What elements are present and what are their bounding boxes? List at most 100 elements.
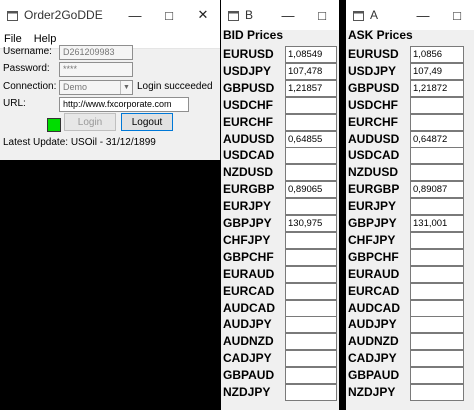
password-field[interactable]: **** (59, 62, 133, 77)
bid-row: USDCHF (221, 96, 339, 114)
ask-price-field[interactable] (410, 248, 464, 266)
ask-price-field[interactable]: 0,89087 (410, 181, 464, 199)
ask-symbol: CHFJPY (348, 232, 396, 247)
bid-price-field[interactable] (285, 231, 337, 249)
ask-price-field[interactable] (410, 265, 464, 283)
bid-price-field[interactable]: 1,08549 (285, 46, 337, 63)
ask-price-field[interactable] (410, 384, 464, 401)
maximize-icon[interactable]: □ (152, 0, 186, 30)
ask-price-field[interactable] (410, 350, 464, 368)
menu-file[interactable]: File (4, 33, 22, 45)
bid-row: EURCAD (221, 282, 339, 300)
title-bar[interactable]: Order2GoDDE — □ ✕ (0, 0, 220, 30)
bid-price-field[interactable]: 130,975 (285, 215, 337, 232)
bid-price-field[interactable] (285, 198, 337, 216)
login-button[interactable]: Login (64, 113, 116, 131)
bid-price-field[interactable] (285, 350, 337, 368)
menu-help[interactable]: Help (34, 33, 57, 45)
bid-price-field[interactable] (285, 113, 337, 131)
bid-price-field[interactable] (285, 164, 337, 182)
bid-row: AUDUSD 0,64855 (221, 130, 339, 148)
ask-price-field[interactable]: 131,001 (410, 215, 464, 232)
bid-symbol: USDCAD (223, 148, 275, 163)
ask-price-field[interactable] (410, 282, 464, 300)
ask-row: USDJPY 107,49 (346, 62, 474, 80)
ask-price-field[interactable] (410, 333, 464, 351)
ask-price-field[interactable] (410, 164, 464, 182)
bid-price-field[interactable] (285, 248, 337, 266)
ask-price-field[interactable]: 1,21872 (410, 79, 464, 97)
window-title: Order2GoDDE (24, 8, 103, 22)
chevron-down-icon[interactable]: ▼ (120, 81, 132, 94)
bid-price-field[interactable] (285, 96, 337, 114)
minimize-icon[interactable]: — (118, 0, 152, 30)
ask-row: NZDUSD (346, 164, 474, 182)
ask-price-field[interactable] (410, 147, 464, 165)
ask-row: GBPJPY 131,001 (346, 215, 474, 232)
ask-symbol: EURGBP (348, 182, 400, 197)
app-icon (228, 10, 239, 21)
bid-price-field[interactable] (285, 299, 337, 317)
ask-symbol: AUDJPY (348, 317, 397, 332)
ask-price-field[interactable] (410, 367, 464, 385)
app-icon (7, 10, 18, 21)
bid-price-field[interactable]: 1,21857 (285, 79, 337, 97)
ask-row: CADJPY (346, 350, 474, 368)
bid-symbol: AUDJPY (223, 317, 272, 332)
ask-title-bar[interactable]: A — □ (346, 0, 474, 30)
bid-price-field[interactable] (285, 147, 337, 165)
ask-row: AUDCAD (346, 299, 474, 317)
bid-price-field[interactable] (285, 384, 337, 401)
connection-label: Connection: (3, 81, 57, 92)
bid-title-bar[interactable]: B — □ (221, 0, 339, 30)
close-icon[interactable]: ✕ (186, 0, 220, 30)
bid-symbol: AUDNZD (223, 334, 274, 349)
bid-row: AUDJPY (221, 316, 339, 334)
ask-price-field[interactable]: 0,64872 (410, 130, 464, 148)
bid-price-field[interactable]: 0,64855 (285, 130, 337, 148)
url-field[interactable]: http://www.fxcorporate.com (59, 97, 189, 112)
minimize-icon[interactable]: — (406, 0, 440, 30)
bid-price-field[interactable] (285, 367, 337, 385)
ask-row: GBPCHF (346, 248, 474, 266)
ask-price-field[interactable] (410, 96, 464, 114)
ask-price-field[interactable] (410, 198, 464, 216)
ask-symbol: NZDUSD (348, 165, 398, 180)
ask-row: EURCHF (346, 113, 474, 131)
bid-symbol: USDJPY (223, 63, 272, 78)
bid-symbol: EURUSD (223, 47, 274, 61)
ask-symbol: USDCAD (348, 148, 400, 163)
password-label: Password: (3, 63, 50, 74)
ask-symbol: EURAUD (348, 266, 400, 281)
ask-price-field[interactable]: 1,0856 (410, 46, 464, 63)
bid-price-field[interactable] (285, 282, 337, 300)
ask-header: ASK Prices (348, 28, 413, 42)
ask-prices-window: A — □ ASK Prices EURUSD 1,0856 USDJPY 107,4… (346, 0, 474, 410)
ask-symbol: GBPAUD (348, 368, 400, 383)
ask-price-field[interactable] (410, 231, 464, 249)
maximize-icon[interactable]: □ (440, 0, 474, 30)
connection-select[interactable]: Demo ▼ (59, 80, 133, 95)
bid-price-field[interactable]: 107,478 (285, 62, 337, 80)
ask-row: USDCHF (346, 96, 474, 114)
bid-symbol: GBPCHF (223, 249, 274, 264)
ask-symbol: AUDNZD (348, 334, 399, 349)
bid-price-field[interactable] (285, 265, 337, 283)
ask-row: EURAUD (346, 265, 474, 283)
ask-window-title: A (370, 8, 379, 22)
minimize-icon[interactable]: — (271, 0, 305, 30)
username-field[interactable]: D261209983 (59, 45, 133, 60)
logout-button[interactable]: Logout (121, 113, 173, 131)
ask-symbol: CADJPY (348, 351, 397, 366)
maximize-icon[interactable]: □ (305, 0, 339, 30)
bid-row: EURGBP 0,89065 (221, 181, 339, 199)
ask-price-field[interactable] (410, 299, 464, 317)
ask-symbol: EURCAD (348, 283, 400, 298)
ask-price-field[interactable]: 107,49 (410, 62, 464, 80)
bid-price-field[interactable] (285, 333, 337, 351)
ask-price-field[interactable] (410, 113, 464, 131)
order2godde-window: Order2GoDDE — □ ✕ File Help Username: D2… (0, 0, 220, 160)
ask-price-field[interactable] (410, 316, 464, 334)
bid-price-field[interactable] (285, 316, 337, 334)
bid-price-field[interactable]: 0,89065 (285, 181, 337, 199)
